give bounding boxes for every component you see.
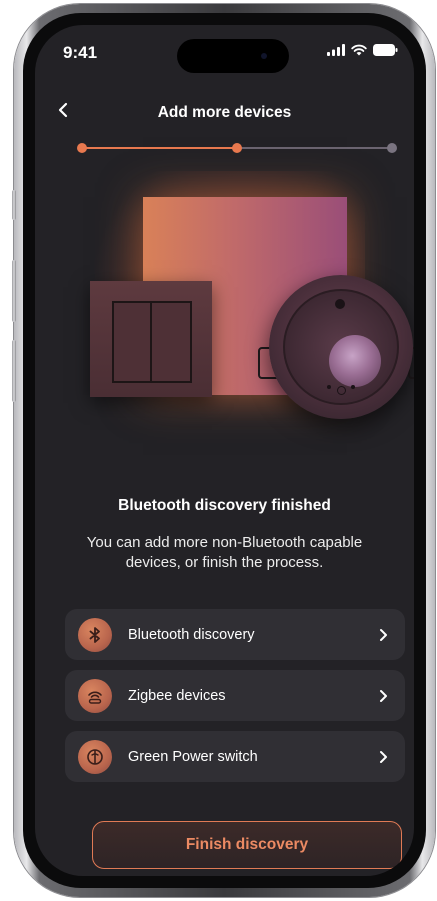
option-green-power-switch[interactable]: Green Power switch [65, 731, 405, 782]
bluetooth-icon [78, 617, 112, 652]
option-label: Green Power switch [128, 748, 258, 765]
stepper-dot-2 [232, 143, 242, 153]
chevron-right-icon [380, 750, 387, 763]
status-time: 9:41 [63, 43, 98, 62]
wifi-icon [351, 44, 367, 56]
option-label: Zigbee devices [128, 687, 226, 704]
discovery-description: You can add more non-Bluetooth capable d… [86, 534, 363, 571]
devices-illustration [55, 171, 414, 441]
volume-down-button [12, 340, 16, 402]
zigbee-icon [78, 678, 112, 713]
phone-bezel: 9:41 Add more devices Bluetooth discover… [23, 13, 426, 888]
sensor-lens [329, 335, 381, 387]
progress-stepper [77, 141, 397, 155]
sensor-bottom-dot-3 [351, 385, 355, 389]
stepper-dot-1 [77, 143, 87, 153]
sensor-bottom-dot-2 [337, 386, 346, 395]
sensor-device [269, 275, 413, 419]
sensor-top-dot [335, 299, 345, 309]
camera-dot [261, 53, 267, 59]
wall-switch [90, 281, 212, 397]
option-zigbee-devices[interactable]: Zigbee devices [65, 670, 405, 721]
stepper-dot-3 [387, 143, 397, 153]
status-icons [327, 44, 398, 56]
stepper-line-completed [82, 147, 237, 149]
stepper-line-remaining [237, 147, 392, 149]
battery-icon [373, 44, 398, 56]
dynamic-island [177, 39, 289, 73]
finish-discovery-button[interactable]: Finish discovery [92, 821, 402, 869]
discovery-options-list: Bluetooth discovery Zigbee devices Green… [65, 609, 405, 792]
switch-rocker [112, 301, 192, 383]
chevron-right-icon [380, 689, 387, 702]
action-button [12, 190, 16, 220]
sensor-bottom-dot-1 [327, 385, 331, 389]
green-power-icon [78, 739, 112, 774]
page-title: Add more devices [157, 104, 292, 121]
option-label: Bluetooth discovery [128, 626, 255, 643]
signal-icon [327, 44, 345, 56]
volume-up-button [12, 260, 16, 322]
sensor-ring [283, 289, 399, 405]
phone-frame: 9:41 Add more devices Bluetooth discover… [14, 4, 435, 897]
chevron-right-icon [380, 628, 387, 641]
option-bluetooth-discovery[interactable]: Bluetooth discovery [65, 609, 405, 660]
discovery-heading: Bluetooth discovery finished [118, 497, 331, 514]
app-screen: 9:41 Add more devices Bluetooth discover… [35, 25, 414, 876]
